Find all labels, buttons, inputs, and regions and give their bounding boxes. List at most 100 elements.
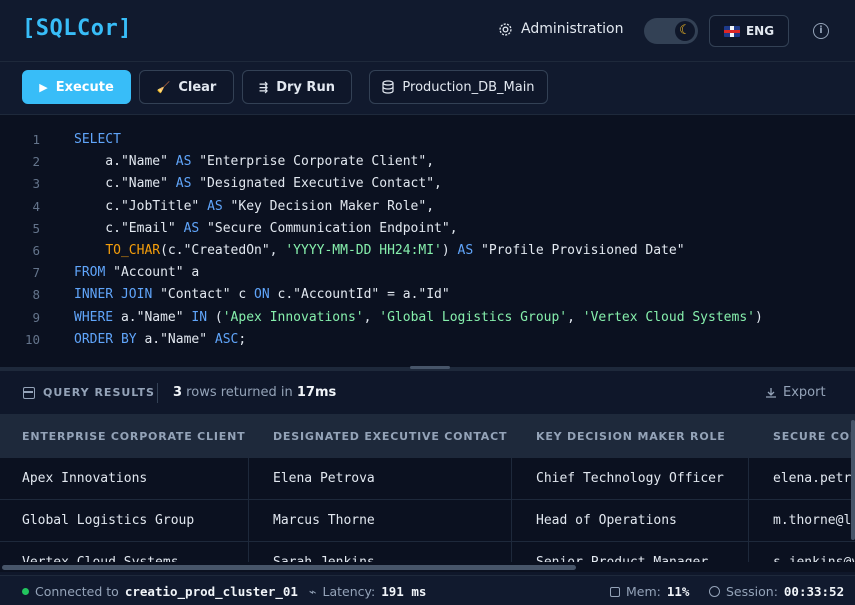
code-text: c."Email" AS "Secure Communication Endpo…: [74, 220, 458, 236]
status-bar: Connected to creatio_prod_cluster_01 ⌁ L…: [0, 575, 855, 605]
connected-dot-icon: [22, 588, 29, 595]
line-number: 7: [32, 265, 40, 281]
code-line[interactable]: 4 c."JobTitle" AS "Key Decision Maker Ro…: [0, 196, 855, 218]
clear-button[interactable]: 🧹 Clear: [139, 70, 234, 104]
gear-icon: [499, 22, 512, 36]
database-icon: [382, 80, 395, 94]
column-header[interactable]: ENTERPRISE CORPORATE CLIENT: [22, 415, 245, 458]
code-text: TO_CHAR(c."CreatedOn", 'YYYY-MM-DD HH24:…: [105, 243, 685, 258]
app-header: [SQLCor] Administration ☾ ENG i: [0, 0, 855, 62]
execute-label: Execute: [55, 79, 114, 95]
table-cell: elena.petrova@apex.io: [773, 471, 855, 486]
language-selector[interactable]: ENG: [709, 15, 789, 47]
vertical-scrollbar[interactable]: [851, 420, 855, 540]
moon-icon: ☾: [675, 21, 695, 41]
latency-status: ⌁ Latency: 191 ms: [309, 584, 427, 599]
table-cell: m.thorne@logistics.com: [773, 513, 855, 528]
dry-run-icon: ⇶: [259, 80, 269, 94]
dry-run-label: Dry Run: [276, 79, 335, 95]
line-number: 10: [24, 331, 40, 347]
table-cell: Elena Petrova: [273, 471, 375, 486]
line-number: 8: [32, 287, 40, 303]
code-text: c."JobTitle" AS "Key Decision Maker Role…: [74, 198, 435, 214]
broom-icon: 🧹: [156, 80, 171, 94]
dry-run-button[interactable]: ⇶ Dry Run: [242, 70, 352, 104]
table-cell: Global Logistics Group: [22, 513, 195, 528]
line-number: 3: [32, 176, 40, 192]
table-cell: s.jenkins@vertex.cloud: [773, 542, 855, 562]
export-label: Export: [783, 385, 826, 400]
theme-toggle[interactable]: ☾: [644, 18, 698, 44]
table-row[interactable]: Global Logistics Group Marcus Thorne Hea…: [0, 500, 855, 542]
line-number: 9: [32, 309, 40, 325]
connection-status: Connected to creatio_prod_cluster_01: [22, 584, 298, 599]
code-line[interactable]: 7 FROM "Account" a: [0, 262, 855, 284]
code-text: INNER JOIN "Contact" c ON c."AccountId" …: [74, 287, 450, 303]
code-text: WHERE a."Name" IN ('Apex Innovations', '…: [74, 309, 763, 325]
line-number: 2: [32, 154, 40, 170]
code-line[interactable]: 8 INNER JOIN "Contact" c ON c."AccountId"…: [0, 284, 855, 306]
line-number: 6: [32, 243, 40, 258]
session-status: Session: 00:33:52: [709, 584, 844, 599]
column-header[interactable]: KEY DECISION MAKER ROLE: [536, 415, 726, 458]
resize-handle[interactable]: [410, 366, 450, 369]
clear-label: Clear: [178, 79, 217, 95]
line-number: 5: [32, 220, 40, 236]
column-divider: [748, 458, 749, 562]
download-icon: [766, 387, 776, 398]
results-summary: 3 rows returned in 17ms: [173, 385, 337, 400]
code-text: SELECT: [74, 132, 121, 147]
app-logo: [SQLCor]: [22, 16, 132, 41]
column-divider: [511, 458, 512, 562]
table-cell: Vertex Cloud Systems: [22, 542, 179, 562]
code-line[interactable]: 3 c."Name" AS "Designated Executive Cont…: [0, 173, 855, 195]
results-table: ENTERPRISE CORPORATE CLIENT DESIGNATED E…: [0, 415, 855, 562]
results-title: QUERY RESULTS: [43, 386, 155, 399]
pulse-icon: ⌁: [309, 584, 317, 599]
database-selector[interactable]: Production_DB_Main: [369, 70, 548, 104]
administration-link[interactable]: Administration: [498, 21, 623, 37]
code-line[interactable]: 1 SELECT: [0, 129, 855, 151]
uk-flag-icon: [723, 25, 740, 37]
table-row[interactable]: Vertex Cloud Systems Sarah Jenkins Senio…: [0, 542, 855, 562]
table-cell: Sarah Jenkins: [273, 542, 375, 562]
table-header: ENTERPRISE CORPORATE CLIENT DESIGNATED E…: [0, 415, 855, 458]
memory-status: Mem: 11%: [610, 584, 689, 599]
horizontal-scrollbar[interactable]: [0, 562, 855, 572]
line-number: 1: [32, 132, 40, 147]
code-text: FROM "Account" a: [74, 265, 200, 281]
database-label: Production_DB_Main: [402, 79, 535, 95]
language-label: ENG: [745, 24, 775, 38]
sql-editor[interactable]: 1 SELECT 2 a."Name" AS "Enterprise Corpora…: [0, 115, 855, 367]
code-line[interactable]: 10 ORDER BY a."Name" ASC;: [0, 329, 855, 351]
code-line[interactable]: 6 TO_CHAR(c."CreatedOn", 'YYYY-MM-DD HH2…: [0, 240, 855, 262]
scrollbar-thumb[interactable]: [2, 565, 576, 570]
column-header[interactable]: DESIGNATED EXECUTIVE CONTACT: [273, 415, 507, 458]
code-text: ORDER BY a."Name" ASC;: [74, 331, 247, 347]
code-line[interactable]: 2 a."Name" AS "Enterprise Corporate Clie…: [0, 151, 855, 173]
table-icon: [23, 387, 35, 399]
table-cell: Marcus Thorne: [273, 513, 375, 528]
results-separator: [157, 383, 158, 403]
line-number: 4: [32, 198, 40, 214]
administration-label: Administration: [521, 21, 624, 37]
table-cell: Senior Product Manager: [536, 542, 708, 562]
export-button[interactable]: Export: [765, 385, 826, 400]
code-line[interactable]: 9 WHERE a."Name" IN ('Apex Innovations', …: [0, 307, 855, 329]
column-header[interactable]: SECURE COMMUNICATION ENDPOINT: [773, 415, 855, 458]
play-icon: ▶: [39, 80, 48, 94]
execute-button[interactable]: ▶ Execute: [22, 70, 131, 104]
table-cell: Chief Technology Officer: [536, 471, 724, 486]
code-text: a."Name" AS "Enterprise Corporate Client…: [74, 154, 435, 170]
column-divider: [248, 458, 249, 562]
table-cell: Head of Operations: [536, 513, 677, 528]
query-toolbar: ▶ Execute 🧹 Clear ⇶ Dry Run Production_D…: [0, 62, 855, 115]
info-icon[interactable]: i: [813, 23, 829, 39]
results-header: QUERY RESULTS 3 rows returned in 17ms Ex…: [0, 371, 855, 415]
clock-icon: [709, 586, 720, 597]
code-text: c."Name" AS "Designated Executive Contac…: [74, 176, 442, 192]
chip-icon: [610, 586, 620, 597]
table-cell: Apex Innovations: [22, 471, 148, 486]
table-row[interactable]: Apex Innovations Elena Petrova Chief Tec…: [0, 458, 855, 500]
code-line[interactable]: 5 c."Email" AS "Secure Communication End…: [0, 218, 855, 240]
